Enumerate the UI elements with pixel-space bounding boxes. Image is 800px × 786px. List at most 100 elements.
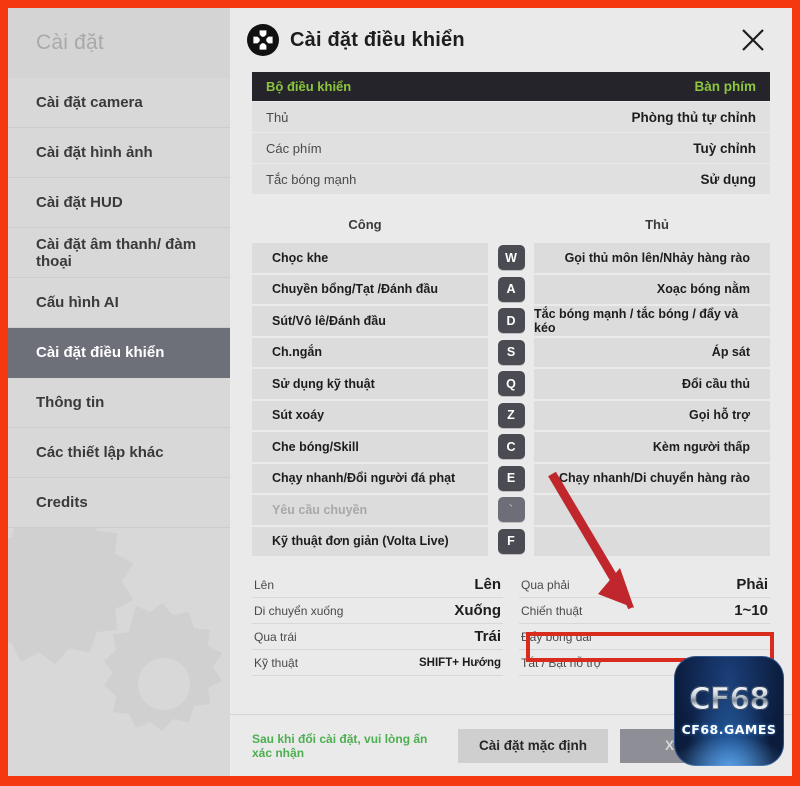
attack-action: Sút/Vô lê/Đánh đầu	[252, 306, 488, 336]
sidebar-item-label: Cài đặt camera	[36, 94, 143, 111]
settings-sidebar: Cài đặt Cài đặt camera Cài đặt hình ảnh …	[8, 8, 230, 776]
keybindings-table: Chọc khe W Gọi thủ môn lên/Nhảy hàng rào…	[252, 243, 770, 558]
key-slot[interactable]: E	[490, 464, 532, 494]
movement-label: Đẩy bóng dài	[521, 629, 592, 644]
movement-value: Xuống	[454, 602, 501, 619]
setting-row-defense[interactable]: Thủ Phòng thủ tự chỉnh	[252, 102, 770, 133]
gear-watermark	[8, 498, 222, 731]
setting-row-keys[interactable]: Các phím Tuỳ chỉnh	[252, 133, 770, 164]
attack-action: Che bóng/Skill	[252, 432, 488, 462]
sidebar-item-image[interactable]: Cài đặt hình ảnh	[8, 128, 230, 178]
list-item[interactable]: Đẩy bóng dài	[519, 624, 770, 650]
setting-row-controller[interactable]: Bộ điều khiển Bàn phím	[252, 72, 770, 102]
sidebar-item-label: Cài đặt HUD	[36, 194, 123, 211]
key-slot[interactable]: A	[490, 275, 532, 305]
movement-column-left: Lên Lên Di chuyển xuống Xuống Qua trái T…	[252, 572, 503, 676]
table-row-disabled: Yêu cầu chuyền `	[252, 495, 770, 525]
footer-note: Sau khi đổi cài đặt, vui lòng ấn xác nhậ…	[252, 731, 428, 760]
table-row[interactable]: Chọc khe W Gọi thủ môn lên/Nhảy hàng rào	[252, 243, 770, 273]
setting-row-hard-tackle[interactable]: Tắc bóng mạnh Sử dụng	[252, 164, 770, 195]
close-icon[interactable]	[738, 25, 768, 55]
setting-label: Thủ	[266, 109, 289, 125]
panel-header: Cài đặt điều khiển	[230, 8, 792, 72]
sidebar-item-label: Thông tin	[36, 394, 105, 411]
table-row[interactable]: Sử dụng kỹ thuật Q Đổi cầu thủ	[252, 369, 770, 399]
movement-value: Lên	[474, 576, 501, 593]
setting-label: Tắc bóng mạnh	[266, 171, 357, 187]
list-item-tactics[interactable]: Chiến thuật 1~10	[519, 598, 770, 624]
defense-action: Chạy nhanh/Di chuyển hàng rào	[534, 463, 770, 493]
keycap: F	[497, 528, 525, 554]
settings-window: Cài đặt Cài đặt camera Cài đặt hình ảnh …	[8, 8, 792, 776]
list-item[interactable]: Qua phải Phải	[519, 572, 770, 598]
keycap: A	[497, 276, 525, 302]
key-slot[interactable]: Z	[490, 401, 532, 431]
keycap: Z	[497, 402, 525, 428]
table-row[interactable]: Sút/Vô lê/Đánh đầu D Tắc bóng mạnh / tắc…	[252, 306, 770, 336]
movement-label: Chiến thuật	[521, 603, 583, 618]
watermark-domain-text: CF68.GAMES	[681, 722, 777, 737]
table-row[interactable]: Che bóng/Skill C Kèm người thấp	[252, 432, 770, 462]
column-header-attack: Công	[348, 216, 382, 232]
sidebar-item-other-settings[interactable]: Các thiết lập khác	[8, 428, 230, 478]
sidebar-item-label: Cài đặt hình ảnh	[36, 144, 153, 161]
list-item[interactable]: Lên Lên	[252, 572, 503, 598]
keycap: S	[497, 339, 525, 365]
setting-value: Tuỳ chỉnh	[693, 140, 756, 156]
table-row[interactable]: Ch.ngắn S Áp sát	[252, 337, 770, 368]
attack-action: Ch.ngắn	[252, 337, 488, 367]
dpad-icon	[247, 24, 279, 56]
key-slot[interactable]: D	[490, 306, 532, 336]
defense-action: Đổi cầu thủ	[534, 369, 770, 399]
sidebar-item-credits[interactable]: Credits	[8, 478, 230, 528]
sidebar-item-hud[interactable]: Cài đặt HUD	[8, 178, 230, 228]
attack-action: Sút xoáy	[252, 400, 488, 430]
setting-value: Phòng thủ tự chỉnh	[631, 109, 757, 125]
setting-value: Bàn phím	[694, 79, 756, 94]
attack-action: Kỹ thuật đơn giản (Volta Live)	[252, 526, 488, 556]
key-slot: `	[490, 495, 532, 525]
attack-action: Chạy nhanh/Đổi người đá phạt	[252, 463, 488, 493]
list-item[interactable]: Di chuyển xuống Xuống	[252, 598, 503, 624]
page-title: Cài đặt điều khiển	[290, 28, 465, 51]
defense-action: Áp sát	[534, 337, 770, 367]
cf68-watermark: CF68 CF68.GAMES	[674, 656, 784, 766]
attack-action: Chọc khe	[252, 243, 488, 273]
list-item[interactable]: Kỹ thuật SHIFT+ Hướng	[252, 650, 503, 676]
key-slot[interactable]: W	[490, 243, 532, 273]
movement-value: 1~10	[734, 602, 768, 619]
keycap: W	[497, 245, 525, 271]
sidebar-item-controls[interactable]: Cài đặt điều khiển	[8, 328, 230, 378]
key-slot[interactable]: Q	[490, 369, 532, 399]
table-row[interactable]: Chạy nhanh/Đổi người đá phạt E Chạy nhan…	[252, 463, 770, 494]
sidebar-header: Cài đặt	[8, 8, 230, 78]
movement-label: Qua phải	[521, 577, 570, 592]
keycap: Q	[497, 371, 525, 397]
sidebar-item-label: Cấu hình AI	[36, 294, 119, 311]
key-slot[interactable]: C	[490, 432, 532, 462]
movement-value: SHIFT+ Hướng	[419, 656, 501, 669]
defense-action	[534, 526, 770, 556]
table-row[interactable]: Kỹ thuật đơn giản (Volta Live) F	[252, 526, 770, 557]
sidebar-item-label: Các thiết lập khác	[36, 444, 164, 461]
sidebar-item-ai[interactable]: Cấu hình AI	[8, 278, 230, 328]
keycap: `	[497, 497, 525, 523]
table-row[interactable]: Sút xoáy Z Gọi hỗ trợ	[252, 400, 770, 431]
setting-label: Các phím	[266, 140, 322, 156]
sidebar-item-label: Credits	[36, 494, 88, 511]
movement-label: Di chuyển xuống	[254, 603, 344, 618]
defense-action: Gọi hỗ trợ	[534, 400, 770, 430]
key-slot[interactable]: S	[490, 338, 532, 368]
default-settings-button[interactable]: Cài đặt mặc định	[458, 728, 608, 763]
setting-value: Sử dụng	[700, 171, 756, 187]
keycap: D	[497, 308, 525, 334]
sidebar-item-audio[interactable]: Cài đặt âm thanh/ đàm thoại	[8, 228, 230, 278]
table-row[interactable]: Chuyền bổng/Tạt /Đánh đầu A Xoạc bóng nằ…	[252, 274, 770, 305]
movement-label: Tắt / Bật hỗ trợ	[521, 655, 602, 670]
sidebar-item-info[interactable]: Thông tin	[8, 378, 230, 428]
list-item[interactable]: Qua trái Trái	[252, 624, 503, 650]
key-slot[interactable]: F	[490, 527, 532, 557]
movement-label: Lên	[254, 577, 275, 592]
sidebar-item-camera[interactable]: Cài đặt camera	[8, 78, 230, 128]
movement-value: Phải	[736, 576, 768, 593]
